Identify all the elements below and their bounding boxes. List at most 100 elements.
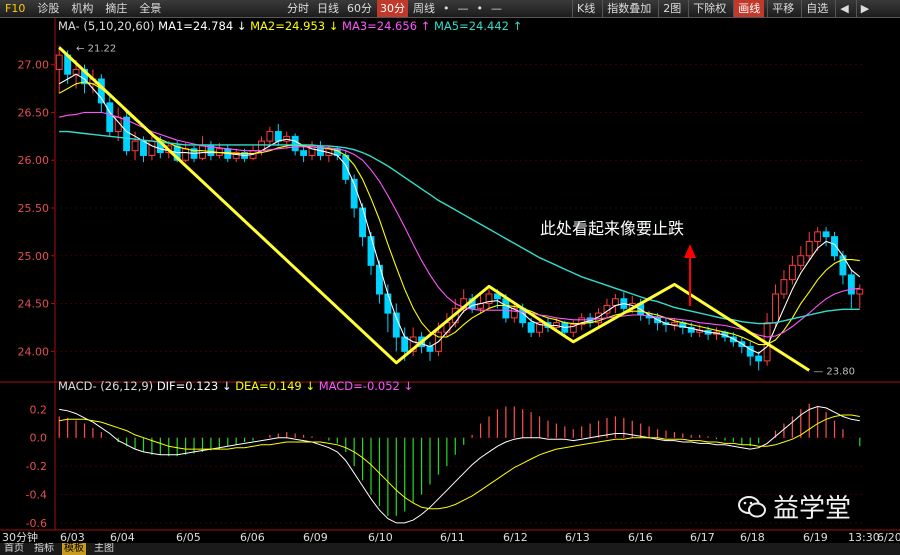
toolbar-right-btn-8[interactable]: ▶ [855, 0, 873, 17]
legend-row: MA- (5,10,20,60) MA1=24.784 ↓ MA2=24.953… [58, 19, 522, 33]
candle [502, 298, 510, 319]
x-axis-label: 6/05 [176, 531, 201, 542]
toolbar-right-btn-3[interactable]: 下除权 [688, 0, 730, 17]
period-tab-7[interactable]: • [474, 0, 487, 17]
x-axis-label: 30分钟 [2, 530, 38, 542]
watermark: 益学堂 [737, 488, 851, 525]
period-tab-5[interactable]: • [440, 0, 453, 17]
candle [131, 140, 139, 152]
x-axis-label: 6/12 [503, 531, 528, 542]
x-axis-label: 6/09 [303, 531, 328, 542]
toolbar-left-item-2[interactable]: 机构 [68, 0, 96, 17]
toolbar-right-btn-6[interactable]: 自选 [801, 0, 832, 17]
annotation-arrow-head [684, 244, 696, 258]
x-axis-label: 6/04 [110, 531, 135, 542]
candle [72, 68, 80, 75]
candle [274, 131, 282, 142]
candle [291, 135, 299, 152]
candle [359, 207, 367, 238]
period-tab-6[interactable]: — [455, 0, 472, 17]
candle [106, 102, 114, 133]
candle [788, 264, 796, 281]
candle [266, 131, 274, 142]
tab-hidden-4[interactable]: 主图 [92, 543, 116, 555]
period-tab-8[interactable]: — [488, 0, 505, 17]
ma-legend-label: MA- [58, 19, 83, 33]
tab-hidden-1[interactable]: 首页 [2, 543, 26, 555]
price-tick-label: 26.50 [18, 106, 50, 119]
toolbar-right-btn-5[interactable]: 平移 [767, 0, 798, 17]
x-axis-label: 6/18 [740, 531, 765, 542]
candle [856, 288, 864, 295]
watermark-text: 益学堂 [773, 494, 852, 524]
x-axis-label: 6/16 [628, 531, 653, 542]
period-tab-1[interactable]: 日线 [314, 0, 342, 17]
price-tick-label: 27.00 [18, 59, 50, 72]
toolbar-left-item-3[interactable]: 摘庄 [102, 0, 130, 17]
x-axis-label: 6/11 [440, 531, 465, 542]
tab-hidden-2[interactable]: 指标 [32, 543, 56, 555]
candle [375, 264, 383, 295]
toolbar-right-btn-7[interactable]: ◀ [835, 0, 852, 17]
toolbar-left: F10 诊股 机构 摘庄 全景 [2, 0, 164, 17]
candle [822, 231, 830, 238]
toolbar-right-btn-2[interactable]: 2图 [658, 0, 685, 17]
toolbar-right-btn-4[interactable]: 画线 [733, 0, 765, 17]
wechat-icon [738, 495, 766, 517]
period-tab-0[interactable]: 分时 [284, 0, 312, 17]
candle [527, 322, 535, 333]
candle [342, 154, 350, 180]
candle [780, 279, 788, 295]
candle [847, 274, 855, 295]
candle [182, 148, 190, 161]
candle [300, 150, 308, 156]
macd-legend-label: MACD- [58, 379, 100, 393]
x-axis-label: 6/17 [690, 531, 715, 542]
macd-tick-label: 0.0 [30, 432, 48, 445]
macd-tick-label: -0.2 [26, 460, 47, 473]
period-tab-2[interactable]: 60分 [344, 0, 375, 17]
ma2-value: MA2=24.953 ↓ [250, 19, 342, 33]
x-axis-label: 13:30 [848, 531, 880, 542]
toolbar-left-item-1[interactable]: 诊股 [34, 0, 62, 17]
macd-tick-label: -0.6 [26, 517, 47, 530]
candle [123, 116, 131, 152]
top-toolbar: F10 诊股 机构 摘庄 全景 分时 日线 60分 30分 周线 • — • — K线 指数叠加 2图 下除权… [0, 0, 900, 18]
tab-hidden-3[interactable]: 模板 [62, 543, 86, 555]
toolbar-right-btn-1[interactable]: 指数叠加 [602, 0, 655, 17]
candle [140, 140, 147, 156]
candle [55, 54, 63, 70]
macd-value: MACD=-0.052 ↓ [319, 379, 413, 393]
candle [670, 322, 678, 326]
x-axis-label: 6/10 [368, 531, 393, 542]
high-price-label: ← 21.22 [76, 43, 116, 54]
dif-value: DIF=0.123 ↓ [157, 379, 235, 393]
stock-chart[interactable]: 27.00 26.50 26.00 25.50 25.00 24.50 24.00 0.2 0.… [0, 18, 900, 542]
candle [384, 293, 392, 314]
dea-value: DEA=0.149 ↓ [235, 379, 319, 393]
period-tab-3[interactable]: 30分 [377, 0, 408, 17]
x-axis-label: 6/13 [565, 531, 590, 542]
price-tick-label: 25.50 [18, 202, 50, 215]
toolbar-left-item-4[interactable]: 全景 [136, 0, 164, 17]
toolbar-left-item-0[interactable]: F10 [2, 0, 28, 17]
candle [814, 231, 822, 242]
candle [426, 346, 434, 352]
legend-row: MACD- (26,12,9) DIF=0.123 ↓ DEA=0.149 ↓ … [58, 379, 413, 393]
x-axis-label: 6/03 [60, 531, 85, 542]
price-tick-label: 24.00 [18, 345, 50, 358]
candle [611, 298, 619, 306]
toolbar-right-btn-0[interactable]: K线 [572, 0, 599, 17]
macd-tick-label: 0.2 [30, 403, 48, 416]
period-tab-4[interactable]: 周线 [410, 0, 438, 17]
x-axis-label: 6/06 [240, 531, 265, 542]
ma5-value: MA5=24.442 ↑ [434, 19, 522, 33]
candle [148, 140, 156, 156]
ma-legend-params: (5,10,20,60) [83, 19, 158, 33]
candle [367, 236, 375, 266]
bottom-tabs: 首页 指标 模板 主图 [0, 543, 900, 555]
candle [772, 293, 779, 324]
macd-legend-params: (26,12,9) [100, 379, 157, 393]
candle [755, 355, 763, 362]
candle [401, 336, 409, 352]
